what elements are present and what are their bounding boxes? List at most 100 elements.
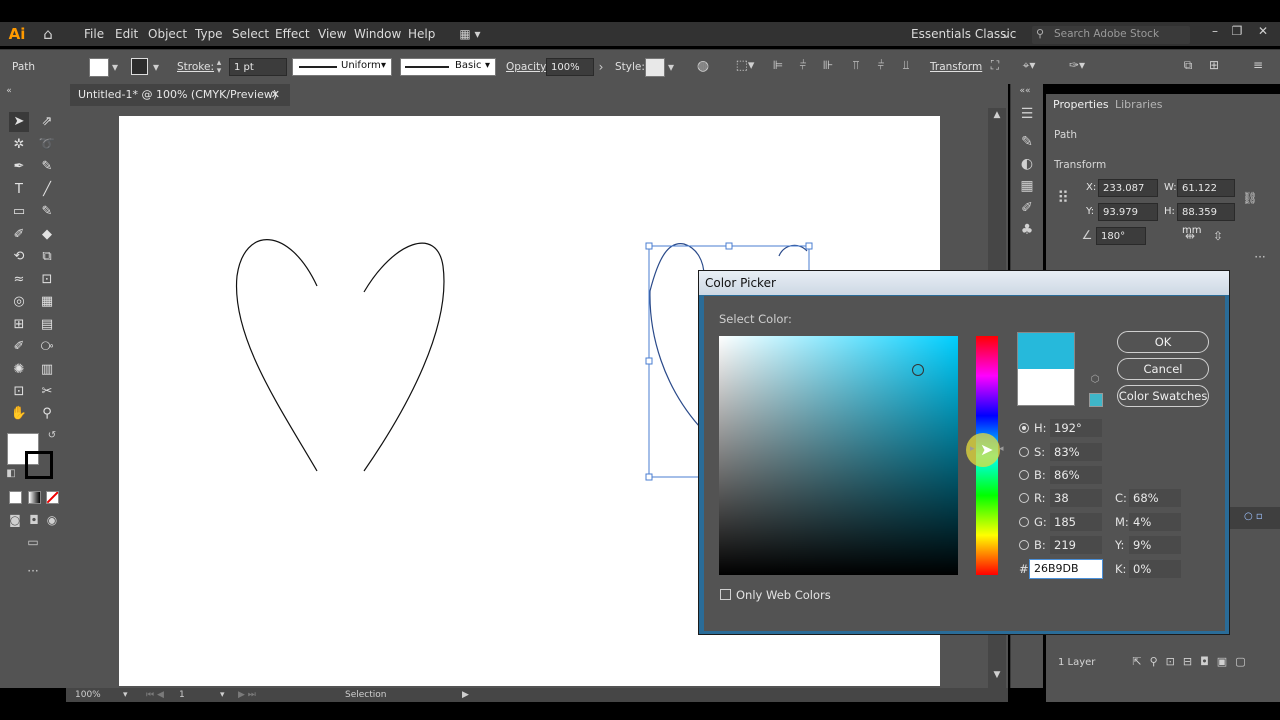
rotate-field[interactable]: 180°: [1096, 227, 1146, 245]
zoom-tool-icon[interactable]: ⚲: [37, 404, 57, 424]
selected-path-lower[interactable]: [649, 290, 700, 427]
blue-radio[interactable]: [1019, 540, 1029, 550]
selection-handle[interactable]: [645, 242, 653, 250]
eraser-icon[interactable]: ◆: [37, 225, 57, 245]
menu-view[interactable]: View: [318, 22, 346, 46]
chevron-down-icon[interactable]: ⌄: [1000, 26, 1012, 42]
collapse-icon[interactable]: «: [4, 86, 14, 96]
menu-type[interactable]: Type: [195, 22, 223, 46]
constrain-proportions-icon[interactable]: ⛓: [1242, 191, 1258, 205]
selection-tool-icon[interactable]: ➤: [9, 112, 29, 132]
document-tab[interactable]: Untitled-1* @ 100% (CMYK/Preview) ✕: [70, 84, 290, 106]
gradient-tool-icon[interactable]: ▤: [37, 315, 57, 335]
layers-actions-icons[interactable]: ⇱⚲⊡⊟◘▣▢: [1118, 655, 1268, 668]
zoom-level[interactable]: 100%: [75, 688, 101, 702]
brush-definition[interactable]: Basic ▾: [400, 58, 496, 76]
screen-mode-icon[interactable]: ▭: [22, 535, 44, 549]
status-menu-icon[interactable]: ▶: [462, 688, 469, 702]
panel-menu-icon[interactable]: ≡: [1250, 58, 1266, 72]
chevron-right-icon[interactable]: ›: [596, 60, 606, 74]
warp-tool-icon[interactable]: ≈: [9, 270, 29, 290]
chevron-down-icon[interactable]: ▾: [110, 60, 120, 74]
black-field[interactable]: 0%: [1129, 560, 1181, 578]
paintbrush-icon[interactable]: ✎: [37, 202, 57, 222]
ok-button[interactable]: OK: [1117, 331, 1209, 353]
tab-libraries[interactable]: Libraries: [1115, 98, 1163, 111]
restore-icon[interactable]: ❐: [1230, 24, 1244, 42]
brightness-radio[interactable]: [1019, 470, 1029, 480]
arrange-documents-icon[interactable]: ▦ ▾: [454, 26, 486, 42]
selection-handle[interactable]: [805, 242, 813, 250]
y-field[interactable]: 93.979 mm: [1098, 203, 1158, 236]
hue-slider-arrow-right[interactable]: ◂: [999, 444, 1004, 454]
hue-field[interactable]: 192°: [1050, 419, 1102, 437]
align-to-icon[interactable]: ⬚▾: [734, 58, 756, 73]
chevron-down-icon[interactable]: ▾: [220, 688, 225, 702]
gamut-swatch[interactable]: [1089, 393, 1103, 407]
brightness-field[interactable]: 86%: [1050, 466, 1102, 484]
graphic-style-swatch[interactable]: [645, 58, 665, 77]
chevron-down-icon[interactable]: ▾: [151, 60, 161, 74]
more-options-icon[interactable]: ···: [1252, 250, 1268, 264]
hue-radio[interactable]: [1019, 423, 1029, 433]
color-mode-icon[interactable]: [9, 491, 22, 504]
selected-path-right[interactable]: [778, 244, 808, 257]
column-graph-icon[interactable]: ▥: [37, 360, 57, 380]
flip-vertical-icon[interactable]: ⇳: [1210, 229, 1226, 243]
green-radio[interactable]: [1019, 517, 1029, 527]
lasso-icon[interactable]: ➰: [37, 135, 57, 155]
home-icon[interactable]: ⌂: [38, 26, 58, 44]
align-left-icon[interactable]: ⊫: [770, 58, 786, 72]
default-colors-icon[interactable]: ◧: [5, 468, 17, 479]
flip-horizontal-icon[interactable]: ⇹: [1182, 229, 1198, 243]
color-swatches-button[interactable]: Color Swatches: [1117, 385, 1209, 407]
stepper-icon[interactable]: ▴ ▾: [214, 59, 224, 76]
color-selector-ring[interactable]: [912, 364, 924, 376]
next-artboard-icon[interactable]: ▶ ⏭: [238, 688, 256, 702]
free-transform-icon[interactable]: ⊡: [37, 270, 57, 290]
out-of-gamut-icon[interactable]: ⬡: [1089, 374, 1101, 385]
stroke-weight-field[interactable]: 1 pt: [229, 58, 287, 76]
green-field[interactable]: 185: [1050, 513, 1102, 531]
minimize-icon[interactable]: –: [1208, 24, 1222, 42]
shaper-tool-icon[interactable]: ✐: [9, 225, 29, 245]
align-middle-icon[interactable]: ⫩: [873, 58, 889, 73]
cyan-field[interactable]: 68%: [1129, 489, 1181, 507]
h-field[interactable]: 88.359 mm: [1177, 203, 1235, 236]
scroll-down-icon[interactable]: ▼: [991, 670, 1003, 680]
draw-inside-icon[interactable]: ◉: [44, 513, 60, 527]
cancel-button[interactable]: Cancel: [1117, 358, 1209, 380]
selection-handle[interactable]: [725, 242, 733, 250]
reference-point-icon[interactable]: ⠿: [1053, 188, 1073, 207]
envelope-icon[interactable]: ✑▾: [1062, 58, 1092, 72]
selection-handle[interactable]: [645, 357, 653, 365]
swatches-icon[interactable]: ◐: [1017, 156, 1037, 172]
pen-tool-icon[interactable]: ✒: [9, 157, 29, 177]
brushes-icon[interactable]: ▦: [1017, 178, 1037, 194]
align-bottom-icon[interactable]: ⫫: [898, 58, 914, 73]
curvature-tool-icon[interactable]: ✎: [37, 157, 57, 177]
align-top-icon[interactable]: ⫪: [848, 58, 864, 73]
puppet-warp-icon[interactable]: ⌖▾: [1014, 58, 1044, 73]
red-field[interactable]: 38: [1050, 489, 1102, 507]
only-web-colors-checkbox[interactable]: [720, 589, 731, 600]
tab-properties[interactable]: Properties: [1053, 98, 1109, 111]
menu-help[interactable]: Help: [408, 22, 435, 46]
saturation-field[interactable]: 83%: [1050, 443, 1102, 461]
distribute-icon[interactable]: ⊞: [1206, 58, 1222, 72]
saturation-radio[interactable]: [1019, 447, 1029, 457]
menu-edit[interactable]: Edit: [115, 22, 138, 46]
appearance-icon[interactable]: ☰: [1017, 106, 1037, 122]
rotate-tool-icon[interactable]: ⟲: [9, 247, 29, 267]
red-radio[interactable]: [1019, 493, 1029, 503]
fill-swatch[interactable]: [89, 58, 109, 77]
shape-builder-icon[interactable]: ◎: [9, 292, 29, 312]
none-mode-icon[interactable]: [46, 491, 59, 504]
perspective-grid-icon[interactable]: ▦: [37, 292, 57, 312]
recolor-artwork-icon[interactable]: ◍: [694, 58, 712, 74]
artboard-tool-icon[interactable]: ⊡: [9, 382, 29, 402]
expand-panels-icon[interactable]: ««: [1015, 86, 1035, 96]
stroke-color-box[interactable]: [25, 451, 53, 479]
heart-right-curve[interactable]: [363, 242, 445, 472]
line-tool-icon[interactable]: ╱: [37, 180, 57, 200]
